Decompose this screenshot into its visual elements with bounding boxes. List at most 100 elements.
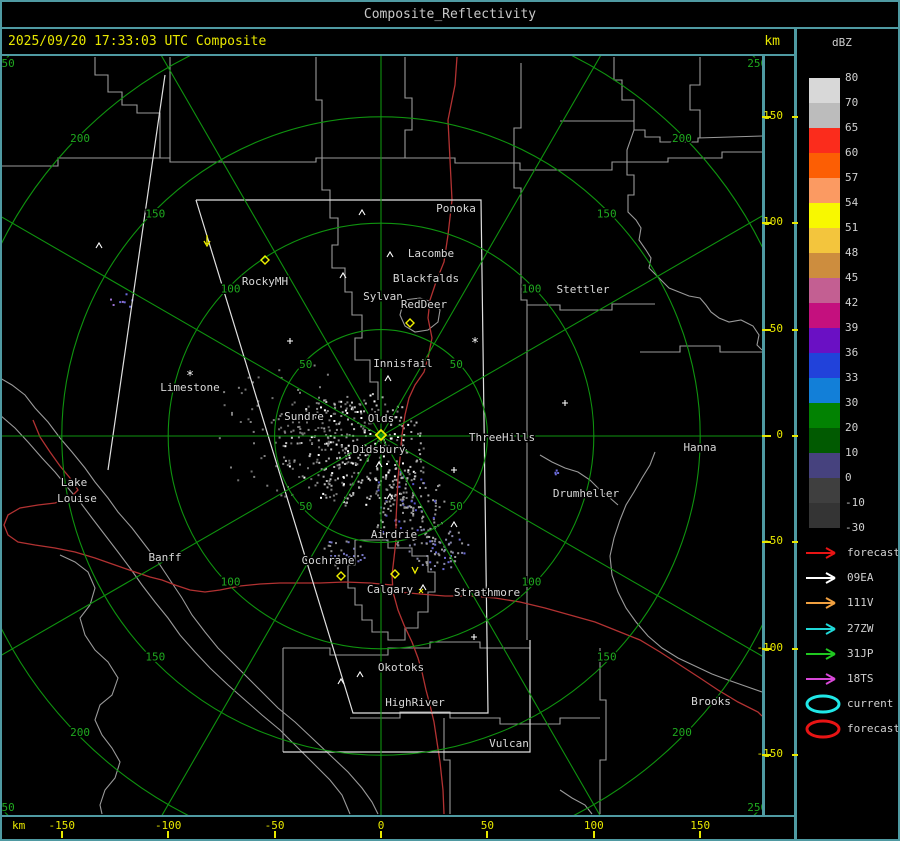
radial-lines: [0, 56, 762, 815]
boundary-line: [283, 641, 530, 656]
legend-arrow-icon: [806, 673, 836, 685]
colorbar-label: 33: [845, 371, 859, 384]
city-label: Blackfalds: [393, 272, 459, 285]
caret-marker-icon: [356, 670, 364, 678]
caret-marker-icon: [95, 241, 103, 249]
colorbar-label: 70: [845, 96, 859, 109]
side-panel: dBZ 80 70 65 60 57 54 51 48 45 42 39 36 33 30 20 10 0 -10…: [797, 29, 900, 838]
colorbar-label: 54: [845, 196, 859, 209]
ring-label: 100: [522, 283, 542, 296]
colorbar-block: [809, 278, 840, 303]
ring-label: 50: [299, 500, 312, 513]
boundary-line: [609, 451, 762, 693]
legend-arrow-icon: [806, 647, 836, 660]
colorbar-label: 10: [845, 446, 859, 459]
legend-label: 31JP: [847, 646, 874, 660]
boundary-line: [599, 648, 607, 814]
x-tick: [273, 831, 276, 838]
border-left: [0, 0, 2, 841]
y-tick: [762, 541, 771, 544]
colorbar-block: [809, 378, 840, 403]
legend-arrow-icon: [806, 597, 836, 610]
radar-map-canvas[interactable]: 50 50 50 50 100 100 100 100 150 150 150 150 200 200 20…: [0, 56, 762, 815]
boundary-line: [689, 57, 701, 138]
colorbar-block: [809, 153, 840, 178]
x-tick: [380, 831, 382, 838]
legend-label: 09EA: [847, 571, 874, 585]
legend-label: current: [847, 697, 894, 711]
ring-label: 250: [747, 801, 762, 814]
legend-label: 27ZW: [847, 621, 874, 635]
colorbar-label: 0: [845, 471, 852, 484]
colorbar-label: 65: [845, 121, 859, 134]
caret-marker-icon: [384, 374, 392, 382]
coverage-outline: [107, 74, 166, 471]
boundary-line: [94, 57, 161, 158]
x-tick: [699, 831, 702, 838]
boundary-line: [640, 345, 762, 353]
colorbar-label: 30: [845, 396, 859, 409]
city-label: Sylvan: [363, 290, 403, 303]
boundary-line: [315, 57, 323, 162]
colorbar-label: 51: [845, 221, 859, 234]
city-label: Strathmore: [454, 586, 520, 599]
legend-label: 111V: [847, 596, 874, 610]
boundary-line: [443, 718, 451, 814]
boundary-line: [626, 129, 762, 351]
y-tick: [762, 647, 771, 650]
caret-marker-icon: [386, 250, 394, 258]
border-top: [0, 0, 900, 2]
y-tick: [792, 328, 798, 331]
ring-label: 250: [0, 57, 15, 70]
x-tick: [167, 831, 170, 838]
colorbar-block: [809, 503, 840, 528]
legend-label: forecast: [847, 546, 900, 559]
boundary-line: [613, 57, 635, 121]
colorbar-label: 57: [845, 171, 859, 184]
asterisk-marker-icon: *: [471, 336, 479, 351]
boundary-line: [59, 554, 121, 815]
city-label: Louise: [57, 492, 97, 505]
city-label: Cochrane: [302, 554, 355, 567]
ring-label: 250: [747, 57, 762, 70]
ring-label: 100: [221, 575, 241, 588]
boundary-line: [0, 377, 379, 815]
colorbar-label: 39: [845, 321, 859, 334]
colorbar-block: [809, 403, 840, 428]
colorbar-block: [809, 78, 840, 103]
border-map-top: [0, 54, 797, 56]
ring-label: 200: [70, 726, 90, 739]
colorbar-label: 36: [845, 346, 859, 359]
city-label: Lake: [61, 476, 88, 489]
x-tick: [486, 831, 489, 838]
map-markers: **: [95, 208, 568, 685]
colorbar-label: 60: [845, 146, 859, 159]
city-label: ThreeHills: [469, 431, 535, 444]
legend-label: forecast: [847, 722, 900, 736]
header-row: 2025/09/20 17:33:03 UTC Composite km: [0, 29, 794, 54]
y-tick: [762, 754, 771, 757]
ring-label: 50: [450, 358, 463, 371]
colorbar-block: [809, 428, 840, 453]
city-label: Banff: [148, 551, 181, 564]
header-distance-unit: km: [764, 34, 780, 49]
city-label: Vulcan: [489, 737, 529, 750]
colorbar-label: -10: [845, 496, 865, 509]
ring-label: 200: [672, 132, 692, 145]
boundary-line: [350, 711, 600, 725]
city-label: Lacombe: [408, 247, 454, 260]
city-label: Brooks: [691, 695, 731, 708]
colorbar-block: [809, 453, 840, 478]
colorbar-label: 45: [845, 271, 859, 284]
boundary-line: [560, 120, 762, 143]
city-label: Olds: [368, 412, 395, 425]
colorbar-label: -30: [845, 521, 865, 534]
legend-arrow-icon: [806, 572, 836, 585]
city-label: Ponoka: [436, 202, 476, 215]
site-diamond-icon: [405, 318, 415, 328]
colorbar-label: 20: [845, 421, 859, 434]
y-tick: [792, 435, 798, 437]
boundary-line: [321, 162, 379, 400]
ring-label: 150: [597, 651, 617, 664]
colorbar-block: [809, 328, 840, 353]
